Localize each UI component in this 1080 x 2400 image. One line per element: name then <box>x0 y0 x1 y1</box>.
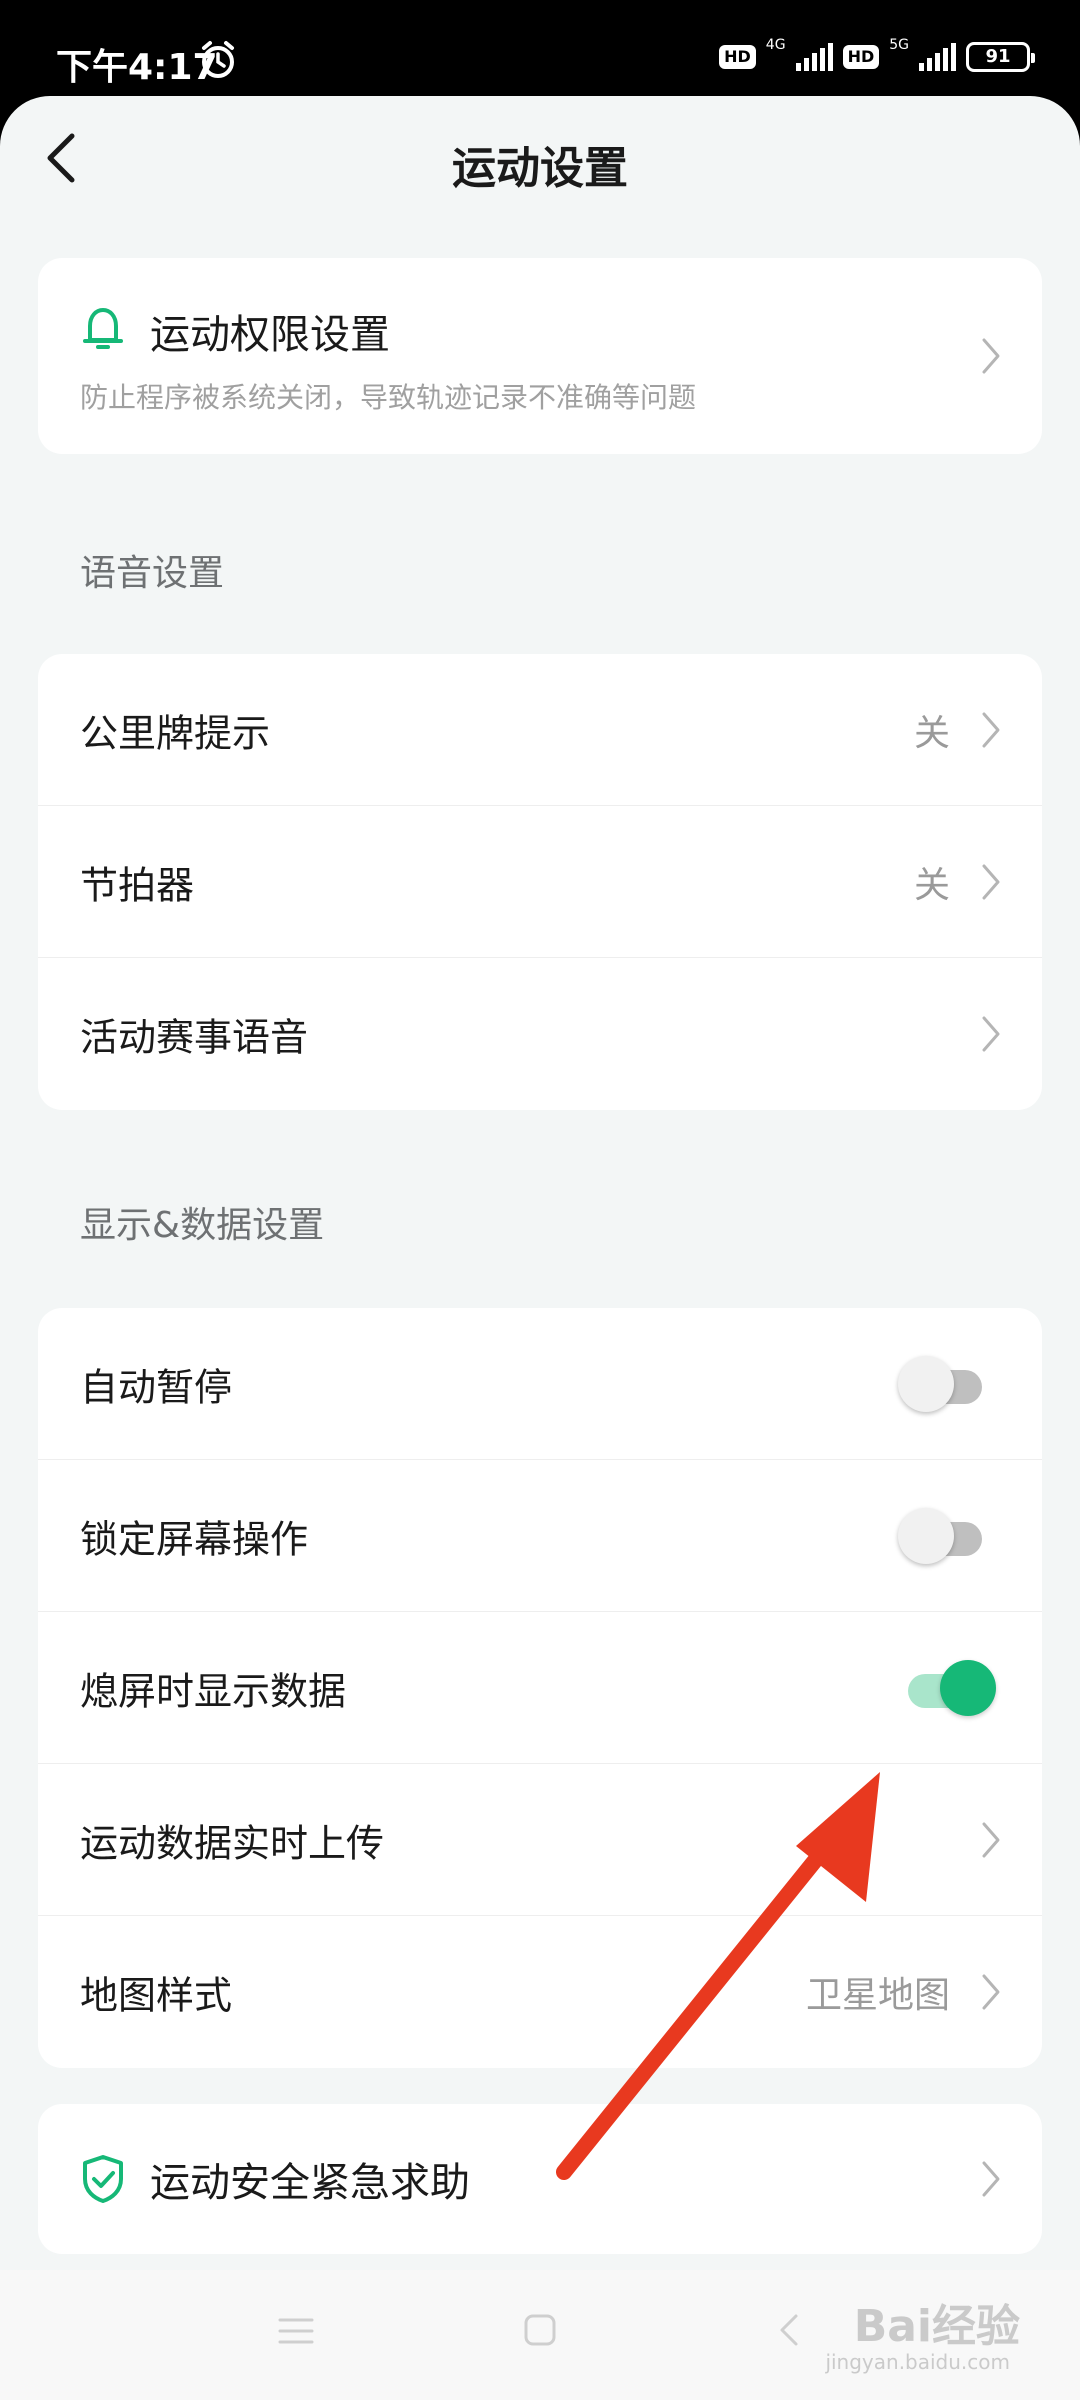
settings-row-metronome[interactable]: 节拍器 关 <box>38 806 1042 958</box>
section-title-display: 显示&数据设置 <box>80 1205 325 1246</box>
lock-screen-toggle[interactable] <box>898 1507 990 1564</box>
header: 运动设置 <box>0 96 1080 226</box>
toggle-knob <box>940 1659 996 1716</box>
network-type: 4G <box>765 37 786 53</box>
watermark-url: jingyan.baidu.com <box>825 2350 1010 2374</box>
row-label: 运动数据实时上传 <box>80 1821 385 1865</box>
settings-row-lock-screen: 锁定屏幕操作 <box>38 1460 1042 1612</box>
signal-icon <box>919 43 956 71</box>
safety-emergency-card[interactable]: 运动安全紧急求助 <box>38 2104 1042 2254</box>
chevron-right-icon <box>982 1016 1000 1052</box>
screen-off-data-toggle[interactable] <box>904 1659 996 1716</box>
toggle-knob <box>898 1355 954 1412</box>
row-value: 关 <box>913 864 950 906</box>
chevron-right-icon <box>982 1822 1000 1857</box>
row-label: 熄屏时显示数据 <box>80 1669 347 1713</box>
app-screen: 运动设置 运动权限设置 防止程序被系统关闭，导致轨迹记录不准确等问题 语音设置 … <box>0 96 1080 2400</box>
chevron-right-icon <box>982 338 1000 374</box>
hd-badge: HD <box>719 45 756 69</box>
permission-settings-card[interactable]: 运动权限设置 防止程序被系统关闭，导致轨迹记录不准确等问题 <box>38 258 1042 454</box>
settings-row-event-voice[interactable]: 活动赛事语音 <box>38 958 1042 1110</box>
shield-check-icon <box>83 2155 123 2203</box>
row-label: 活动赛事语音 <box>80 1015 309 1060</box>
settings-row-kilometer-prompt[interactable]: 公里牌提示 关 <box>38 654 1042 806</box>
settings-row-realtime-upload[interactable]: 运动数据实时上传 <box>38 1764 1042 1916</box>
bell-icon <box>83 308 123 349</box>
page-title: 运动设置 <box>452 143 628 194</box>
watermark-logo: Bai经验 <box>853 2301 1020 2352</box>
chevron-right-icon <box>982 2161 1000 2197</box>
auto-pause-toggle[interactable] <box>898 1355 990 1412</box>
status-indicators: HD 4G HD 5G 91 <box>719 37 1035 72</box>
voice-settings-card: 公里牌提示 关 节拍器 关 活动赛事语音 <box>38 654 1042 1110</box>
battery-icon: 91 <box>966 42 1035 72</box>
status-time: 下午4:17 <box>56 47 218 88</box>
permission-title: 运动权限设置 <box>150 312 390 358</box>
toggle-knob <box>898 1507 954 1564</box>
settings-row-map-style[interactable]: 地图样式 卫星地图 <box>38 1916 1042 2068</box>
row-value: 关 <box>913 712 950 754</box>
section-title-voice: 语音设置 <box>80 553 225 594</box>
chevron-right-icon <box>982 712 1000 747</box>
row-label: 自动暂停 <box>80 1365 233 1409</box>
permission-subtitle: 防止程序被系统关闭，导致轨迹记录不准确等问题 <box>80 381 697 414</box>
row-label: 地图样式 <box>80 1973 233 2018</box>
safety-label: 运动安全紧急求助 <box>150 2160 470 2206</box>
row-label: 锁定屏幕操作 <box>80 1517 309 1561</box>
settings-row-screen-off-data: 熄屏时显示数据 <box>38 1612 1042 1764</box>
back-nav-icon[interactable] <box>776 2312 800 2348</box>
home-icon[interactable] <box>522 2312 558 2348</box>
row-value: 卫星地图 <box>805 1975 950 2016</box>
alarm-icon <box>202 41 234 78</box>
row-label: 公里牌提示 <box>80 711 271 755</box>
settings-row-auto-pause: 自动暂停 <box>38 1308 1042 1460</box>
display-settings-card: 自动暂停 锁定屏幕操作 熄屏时显示数据 运动数据实时上传 地图样式 卫星地图 <box>38 1308 1042 2068</box>
hd-badge: HD <box>842 45 880 69</box>
signal-icon <box>795 43 833 71</box>
chevron-right-icon <box>982 864 1000 899</box>
chevron-right-icon <box>982 1974 1000 2010</box>
network-type: 5G <box>889 37 909 53</box>
menu-icon[interactable] <box>278 2316 314 2346</box>
row-label: 节拍器 <box>80 863 195 907</box>
